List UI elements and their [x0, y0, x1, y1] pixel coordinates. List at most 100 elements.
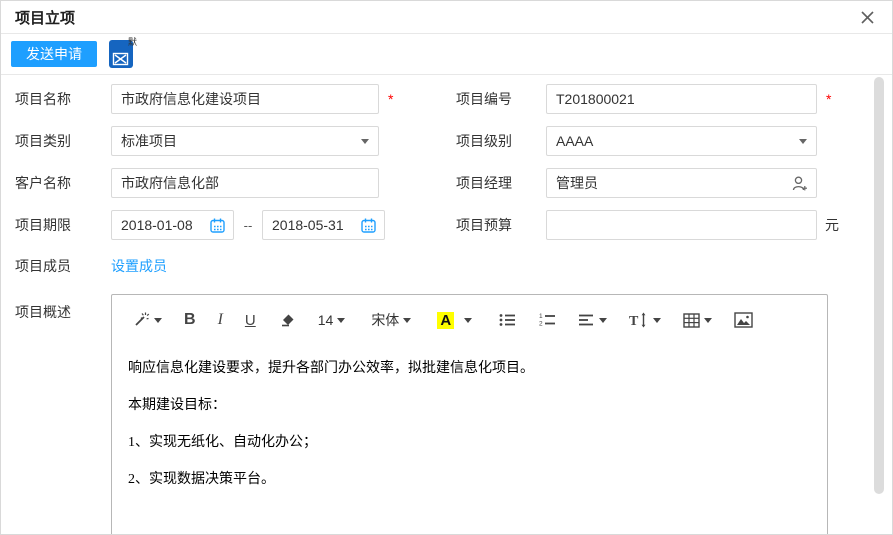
- eraser-icon: [281, 314, 294, 327]
- field-project-budget: 项目预算 元: [456, 210, 839, 240]
- chevron-down-icon: [154, 317, 162, 327]
- budget-unit: 元: [825, 217, 839, 233]
- chevron-down-icon: [337, 317, 346, 327]
- table-button[interactable]: [679, 311, 716, 330]
- add-person-icon[interactable]: [790, 174, 809, 193]
- date-range-separator: --: [243, 217, 253, 233]
- chevron-down-icon: [599, 317, 608, 327]
- editor-paragraph: 1、实现无纸化、自动化办公；: [128, 435, 317, 450]
- end-date-input[interactable]: [272, 217, 360, 233]
- font-size-button[interactable]: 14: [314, 310, 350, 330]
- close-button[interactable]: [858, 8, 876, 26]
- chevron-down-icon: [361, 138, 369, 148]
- magic-wand-icon: [135, 312, 150, 326]
- project-members-label: 项目成员: [15, 258, 71, 274]
- chevron-down-icon: [403, 317, 412, 327]
- editor-toolbar: B I U 14 宋体 A 1 2 T: [112, 295, 827, 341]
- action-toolbar: 发送申请 默: [1, 34, 892, 74]
- font-color-button[interactable]: A: [433, 310, 476, 331]
- field-project-manager: 项目经理: [456, 168, 817, 198]
- line-height-button[interactable]: T: [625, 310, 665, 330]
- project-type-select[interactable]: 标准项目: [111, 126, 379, 156]
- dialog-titlebar: 项目立项: [1, 1, 892, 33]
- project-type-value: 标准项目: [121, 133, 177, 149]
- chevron-down-icon: [464, 317, 473, 327]
- project-initiation-dialog: 项目立项 发送申请 默 项目名称 *: [0, 0, 893, 535]
- project-name-label: 项目名称: [15, 91, 71, 107]
- chevron-down-icon: [653, 317, 662, 327]
- broken-image-badge[interactable]: 默: [109, 38, 137, 68]
- svg-text:2: 2: [539, 321, 543, 328]
- svg-text:T: T: [629, 314, 639, 328]
- italic-button[interactable]: I: [214, 309, 227, 331]
- project-manager-label: 项目经理: [456, 175, 512, 191]
- start-date-input[interactable]: [121, 217, 209, 233]
- form-row-5: 项目成员 设置成员: [15, 252, 878, 280]
- image-button[interactable]: [730, 310, 757, 330]
- end-date-picker[interactable]: [262, 210, 385, 240]
- rich-text-editor: B I U 14 宋体 A 1 2 T 响应信息化建设要求，提升各部门办公效率，…: [111, 294, 828, 534]
- customer-name-input[interactable]: [111, 168, 379, 198]
- calendar-icon[interactable]: [360, 217, 377, 234]
- dialog-title: 项目立项: [15, 9, 76, 27]
- project-period-label: 项目期限: [15, 217, 71, 233]
- bold-button[interactable]: B: [180, 309, 200, 331]
- badge-alt-text: 默: [127, 37, 137, 47]
- broken-image-icon: [112, 52, 129, 66]
- editor-content[interactable]: 响应信息化建设要求，提升各部门办公效率，拟批建信息化项目。 本期建设目标： 1、…: [112, 341, 827, 534]
- editor-paragraph: 本期建设目标：: [128, 398, 226, 413]
- numbered-list-icon: 1 2: [539, 313, 556, 328]
- form-row-4: 项目期限 --: [15, 210, 878, 240]
- editor-paragraph: 2、实现数据决策平台。: [128, 472, 275, 487]
- set-members-link[interactable]: 设置成员: [111, 256, 167, 276]
- start-date-picker[interactable]: [111, 210, 234, 240]
- project-manager-picker[interactable]: [546, 168, 817, 198]
- line-height-icon: T: [629, 312, 646, 328]
- vertical-scrollbar[interactable]: [874, 77, 884, 494]
- project-level-select[interactable]: AAAA: [546, 126, 817, 156]
- project-level-label: 项目级别: [456, 133, 512, 149]
- project-form: 项目名称 * 项目编号 * 项目类别 标准项目: [1, 75, 892, 534]
- form-row-1: 项目名称 * 项目编号 *: [15, 84, 878, 114]
- field-project-type: 项目类别 标准项目: [15, 126, 456, 156]
- field-project-name: 项目名称 *: [15, 84, 456, 114]
- project-code-input[interactable]: [546, 84, 817, 114]
- align-left-icon: [579, 314, 594, 326]
- form-row-2: 项目类别 标准项目 项目级别 AAAA: [15, 126, 878, 156]
- project-type-label: 项目类别: [15, 133, 71, 149]
- field-project-members: 项目成员 设置成员: [15, 256, 456, 276]
- field-project-code: 项目编号 *: [456, 84, 836, 114]
- numbered-list-button[interactable]: 1 2: [534, 310, 560, 330]
- project-manager-input[interactable]: [556, 175, 790, 191]
- calendar-icon[interactable]: [209, 217, 226, 234]
- close-icon: [860, 10, 874, 24]
- align-button[interactable]: [574, 311, 611, 329]
- field-project-level: 项目级别 AAAA: [456, 126, 817, 156]
- bullet-list-button[interactable]: [494, 310, 520, 330]
- font-color-swatch: A: [437, 311, 455, 329]
- underline-button[interactable]: U: [241, 310, 260, 331]
- field-customer-name: 客户名称: [15, 168, 456, 198]
- chevron-down-icon: [799, 138, 807, 148]
- required-asterisk: *: [388, 91, 394, 107]
- font-size-value: 14: [317, 312, 334, 328]
- required-asterisk: *: [826, 91, 832, 107]
- font-family-value: 宋体: [371, 312, 400, 328]
- project-budget-input[interactable]: [546, 210, 817, 240]
- editor-paragraph: 响应信息化建设要求，提升各部门办公效率，拟批建信息化项目。: [128, 361, 534, 376]
- customer-name-label: 客户名称: [15, 175, 71, 191]
- send-request-button[interactable]: 发送申请: [11, 41, 97, 67]
- project-name-input[interactable]: [111, 84, 379, 114]
- format-wand-button[interactable]: [128, 309, 166, 331]
- form-row-6: 项目概述 B I U 14 宋体 A 1 2 T 响应信息化建设要求，提升各部门…: [15, 294, 878, 534]
- field-project-period: 项目期限 --: [15, 210, 456, 240]
- font-family-button[interactable]: 宋体: [367, 308, 415, 332]
- project-code-label: 项目编号: [456, 91, 512, 107]
- eraser-button[interactable]: [274, 309, 300, 331]
- table-icon: [683, 312, 700, 328]
- chevron-down-icon: [704, 317, 713, 327]
- form-row-3: 客户名称 项目经理: [15, 168, 878, 198]
- image-icon: [734, 312, 753, 328]
- project-budget-label: 项目预算: [456, 217, 512, 233]
- project-summary-label: 项目概述: [15, 304, 71, 320]
